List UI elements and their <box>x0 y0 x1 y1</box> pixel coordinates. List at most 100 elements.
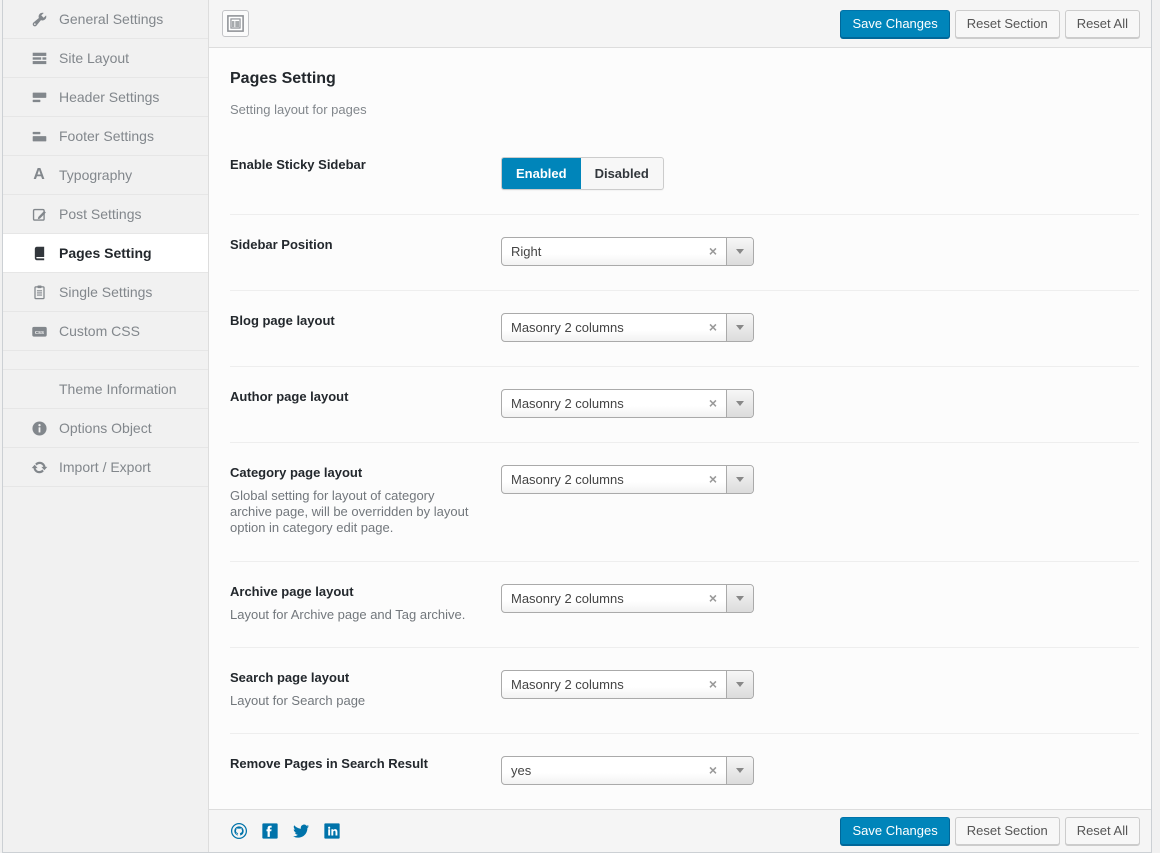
bottom-bar-actions: Save Changes Reset Section Reset All <box>840 817 1140 845</box>
reset-all-button[interactable]: Reset All <box>1065 10 1140 38</box>
page-title: Pages Setting <box>230 70 1139 88</box>
save-changes-button[interactable]: Save Changes <box>840 817 949 845</box>
setting-row-sidebar-position: Sidebar Position Right × <box>230 215 1139 291</box>
setting-control: Enabled Disabled <box>501 157 664 190</box>
search-layout-select[interactable]: Masonry 2 columns × <box>501 670 754 699</box>
sidebar-divider <box>3 351 208 370</box>
setting-row-category-layout: Category page layout Global setting for … <box>230 443 1139 562</box>
chevron-down-icon[interactable] <box>726 390 753 417</box>
typography-icon: A <box>30 166 48 184</box>
clear-icon[interactable]: × <box>700 757 726 784</box>
sidebar-item-typography[interactable]: A Typography <box>3 156 208 195</box>
chevron-down-icon[interactable] <box>726 757 753 784</box>
sidebar-item-footer-settings[interactable]: Footer Settings <box>3 117 208 156</box>
setting-info: Enable Sticky Sidebar <box>230 157 501 174</box>
clear-icon[interactable]: × <box>700 585 726 612</box>
sidebar-item-post-settings[interactable]: Post Settings <box>3 195 208 234</box>
top-bar-actions: Save Changes Reset Section Reset All <box>840 10 1140 38</box>
book-icon <box>30 244 48 262</box>
select-value: Masonry 2 columns <box>502 677 700 692</box>
chevron-down-icon[interactable] <box>726 238 753 265</box>
select-value: Masonry 2 columns <box>502 591 700 606</box>
wrench-icon <box>30 10 48 28</box>
setting-row-sticky-sidebar: Enable Sticky Sidebar Enabled Disabled <box>230 135 1139 215</box>
setting-row-remove-pages: Remove Pages in Search Result yes × <box>230 734 1139 809</box>
chevron-down-icon[interactable] <box>726 314 753 341</box>
category-layout-select[interactable]: Masonry 2 columns × <box>501 465 754 494</box>
reset-all-button[interactable]: Reset All <box>1065 817 1140 845</box>
setting-description: Global setting for layout of category ar… <box>230 488 477 537</box>
setting-label: Blog page layout <box>230 313 477 330</box>
enabled-option-button[interactable]: Enabled <box>502 158 581 189</box>
sidebar-item-pages-setting[interactable]: Pages Setting <box>3 234 208 273</box>
sidebar-item-header-settings[interactable]: Header Settings <box>3 78 208 117</box>
chevron-down-icon[interactable] <box>726 585 753 612</box>
clear-icon[interactable]: × <box>700 238 726 265</box>
select-value: Masonry 2 columns <box>502 396 700 411</box>
sidebar-item-general-settings[interactable]: General Settings <box>3 0 208 39</box>
reset-section-button[interactable]: Reset Section <box>955 10 1060 38</box>
facebook-icon <box>261 822 279 840</box>
sidebar-item-label: General Settings <box>59 11 163 27</box>
sidebar-item-custom-css[interactable]: css Custom CSS <box>3 312 208 351</box>
chevron-down-icon[interactable] <box>726 671 753 698</box>
save-changes-button[interactable]: Save Changes <box>840 10 949 38</box>
edit-icon <box>30 205 48 223</box>
setting-row-archive-layout: Archive page layout Layout for Archive p… <box>230 562 1139 648</box>
setting-info: Sidebar Position <box>230 237 501 254</box>
sidebar-item-site-layout[interactable]: Site Layout <box>3 39 208 78</box>
blog-layout-select[interactable]: Masonry 2 columns × <box>501 313 754 342</box>
clear-icon[interactable]: × <box>700 390 726 417</box>
clear-icon[interactable]: × <box>700 466 726 493</box>
sidebar-item-label: Custom CSS <box>59 323 140 339</box>
github-link[interactable] <box>230 822 248 840</box>
settings-sidebar: General Settings Site Layout Header Sett… <box>3 0 209 852</box>
header-icon <box>30 88 48 106</box>
clear-icon[interactable]: × <box>700 671 726 698</box>
main-area: Save Changes Reset Section Reset All Pag… <box>209 0 1151 852</box>
archive-layout-select[interactable]: Masonry 2 columns × <box>501 584 754 613</box>
sidebar-item-label: Site Layout <box>59 50 129 66</box>
sidebar-item-label: Single Settings <box>59 284 152 300</box>
disabled-option-button[interactable]: Disabled <box>581 158 663 189</box>
footer-icon <box>30 127 48 145</box>
setting-row-search-layout: Search page layout Layout for Search pag… <box>230 648 1139 734</box>
select-value: Masonry 2 columns <box>502 320 700 335</box>
css-badge-icon: css <box>30 322 48 340</box>
setting-info: Author page layout <box>230 389 501 406</box>
chevron-down-icon[interactable] <box>726 466 753 493</box>
setting-label: Archive page layout <box>230 584 477 601</box>
sticky-sidebar-toggle: Enabled Disabled <box>501 157 664 190</box>
setting-description: Layout for Archive page and Tag archive. <box>230 607 477 623</box>
clear-icon[interactable]: × <box>700 314 726 341</box>
twitter-icon <box>292 822 310 840</box>
icon-placeholder <box>30 380 48 398</box>
linkedin-icon <box>323 822 341 840</box>
settings-content: Pages Setting Setting layout for pages E… <box>209 48 1151 809</box>
toggle-layout-button[interactable] <box>222 10 249 37</box>
reset-section-button[interactable]: Reset Section <box>955 817 1060 845</box>
sidebar-item-single-settings[interactable]: Single Settings <box>3 273 208 312</box>
sidebar-item-theme-information[interactable]: Theme Information <box>3 370 208 409</box>
author-layout-select[interactable]: Masonry 2 columns × <box>501 389 754 418</box>
twitter-link[interactable] <box>292 822 310 840</box>
setting-label: Author page layout <box>230 389 477 406</box>
bottom-action-bar: Save Changes Reset Section Reset All <box>209 809 1151 852</box>
setting-info: Search page layout Layout for Search pag… <box>230 670 501 709</box>
select-value: yes <box>502 763 700 778</box>
select-value: Right <box>502 244 700 259</box>
sidebar-item-options-object[interactable]: Options Object <box>3 409 208 448</box>
setting-label: Enable Sticky Sidebar <box>230 157 477 174</box>
github-icon <box>230 822 248 840</box>
sidebar-item-label: Footer Settings <box>59 128 154 144</box>
sidebar-item-import-export[interactable]: Import / Export <box>3 448 208 487</box>
remove-pages-select[interactable]: yes × <box>501 756 754 785</box>
facebook-link[interactable] <box>261 822 279 840</box>
top-action-bar: Save Changes Reset Section Reset All <box>209 0 1151 48</box>
sidebar-item-label: Typography <box>59 167 132 183</box>
sidebar-item-label: Options Object <box>59 420 152 436</box>
select-value: Masonry 2 columns <box>502 472 700 487</box>
sidebar-position-select[interactable]: Right × <box>501 237 754 266</box>
linkedin-link[interactable] <box>323 822 341 840</box>
layout-rows-icon <box>30 49 48 67</box>
